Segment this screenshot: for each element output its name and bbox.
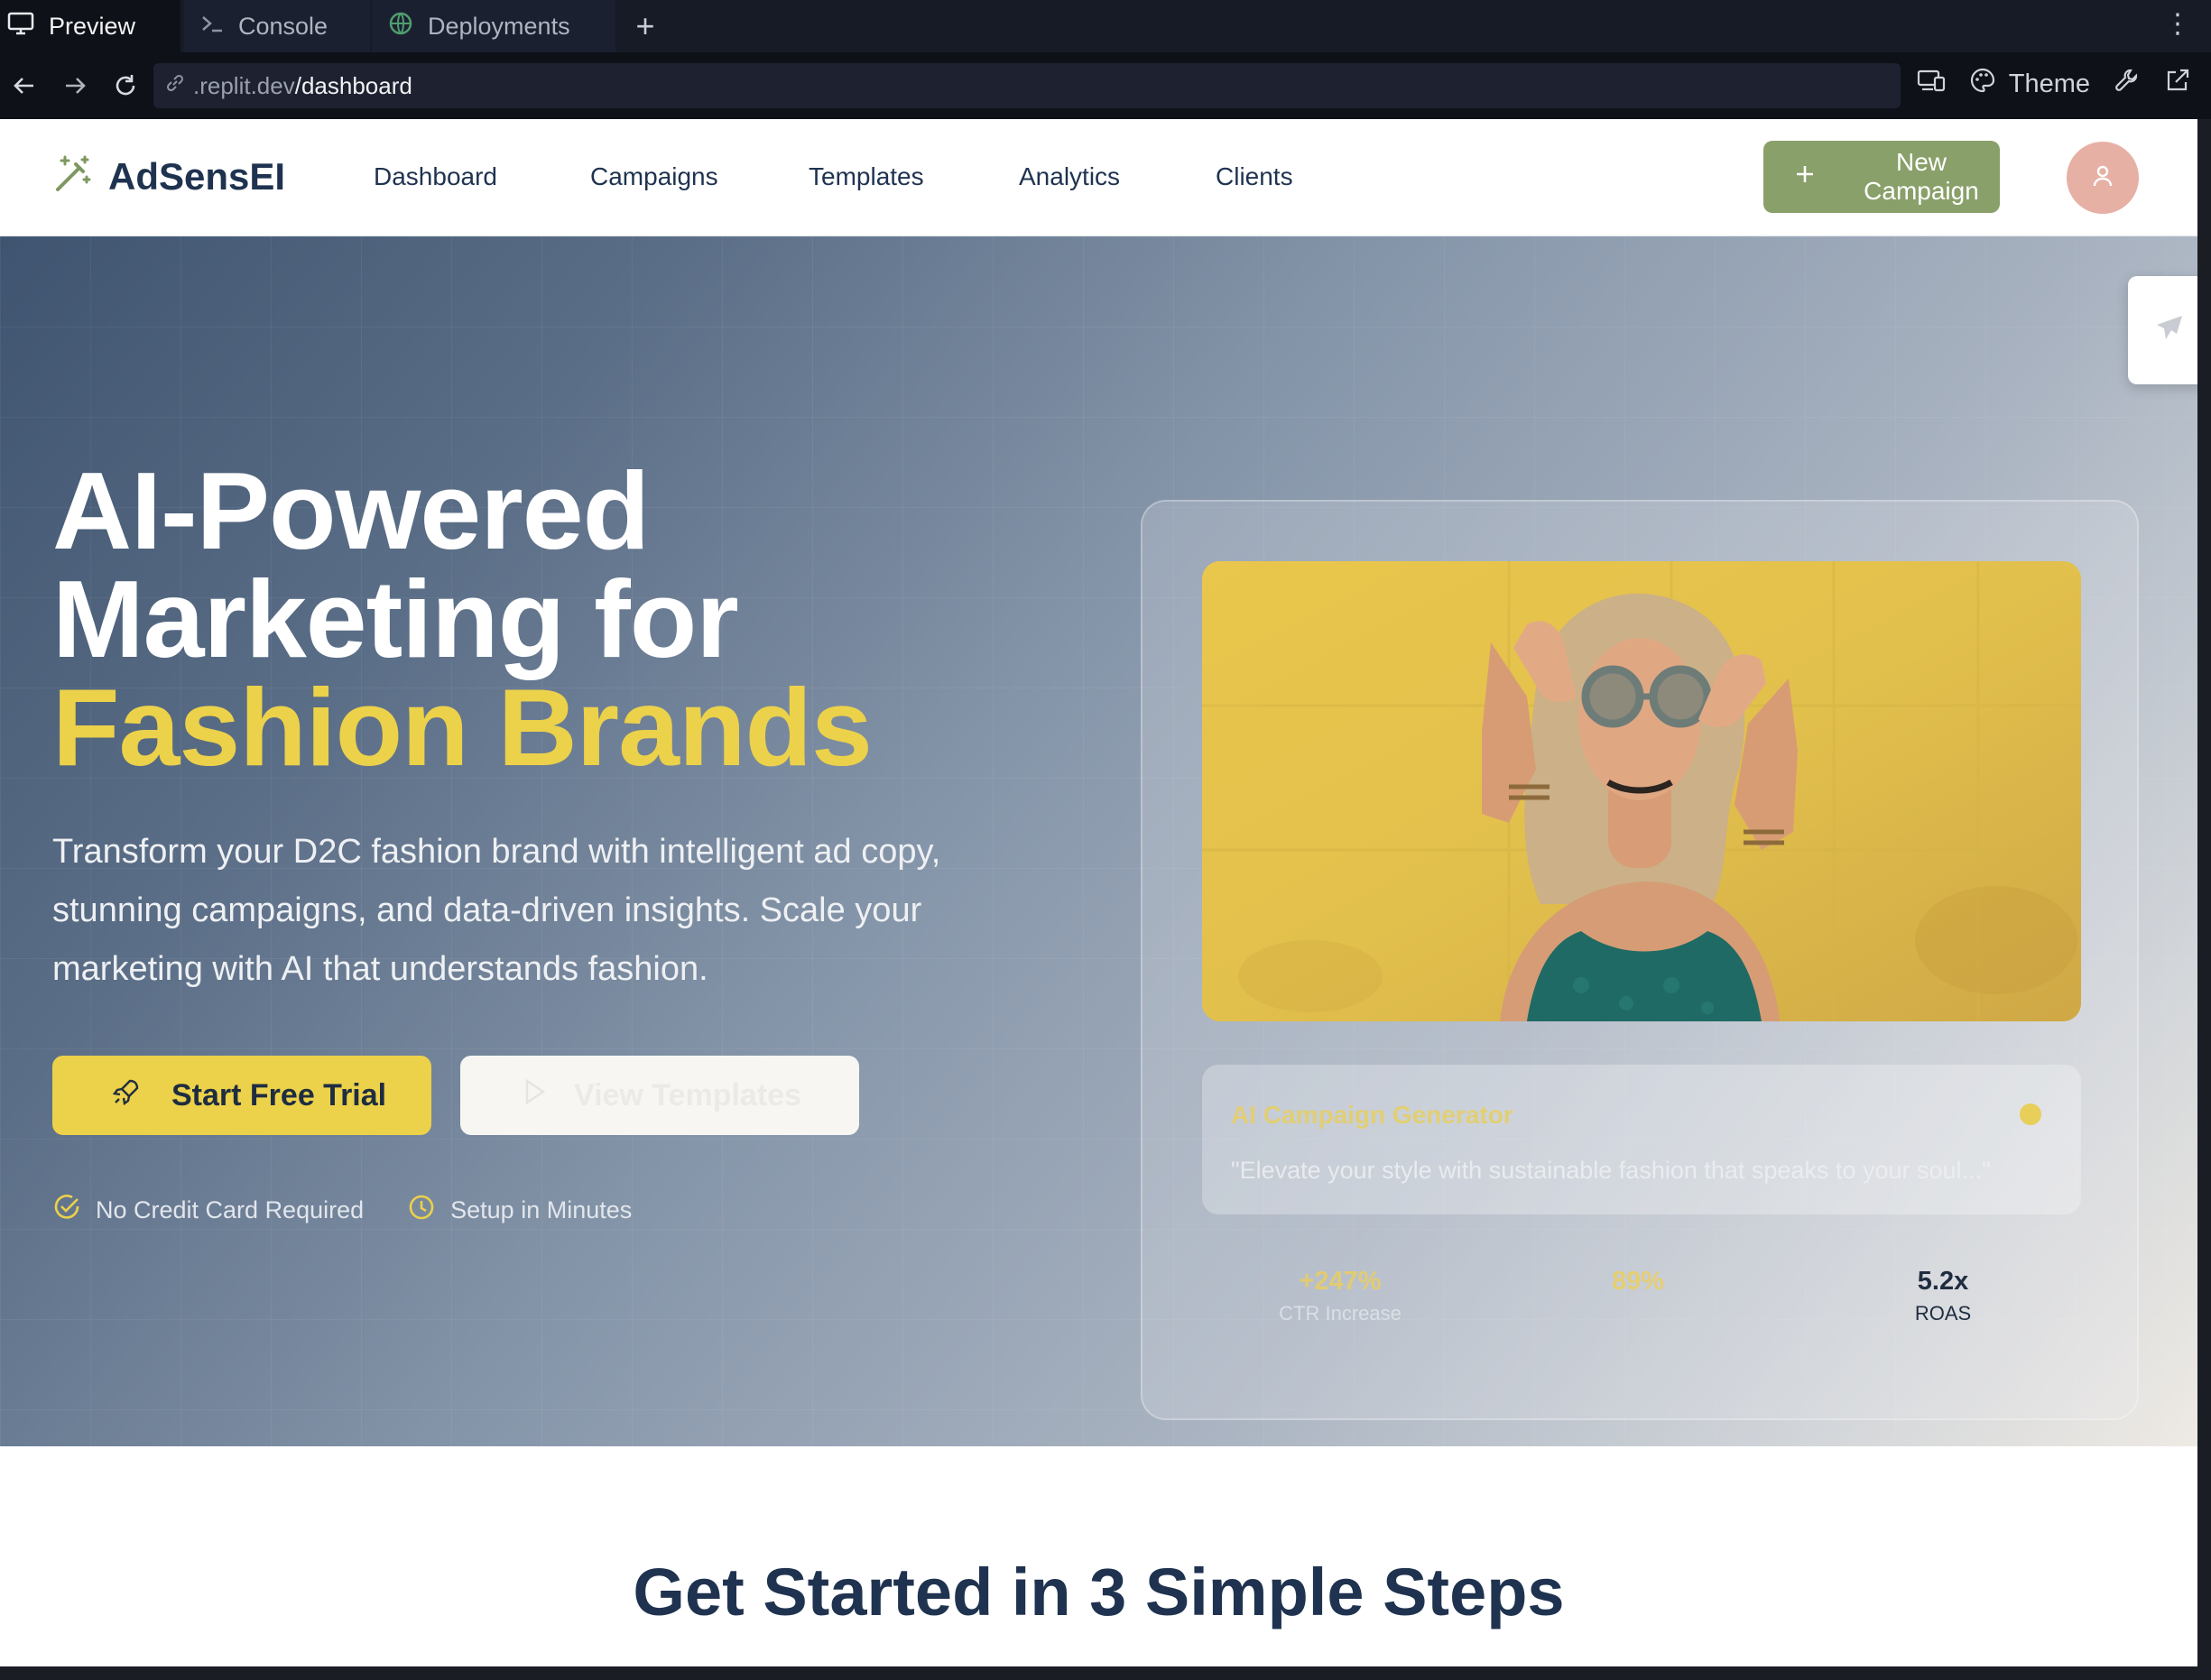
hero-subtitle: Transform your D2C fashion brand with in… bbox=[52, 833, 941, 988]
stat-percent: 89% bbox=[1570, 1267, 1706, 1302]
status-dot bbox=[2020, 1103, 2041, 1125]
url-host: .replit.dev bbox=[193, 71, 295, 99]
more-options-icon[interactable]: ⋮ bbox=[2164, 11, 2191, 38]
link-icon bbox=[164, 72, 186, 100]
stat-value: +247% bbox=[1299, 1267, 1382, 1296]
app-header: AdSensEI Dashboard Campaigns Templates A… bbox=[0, 119, 2197, 236]
stat-label: CTR Increase bbox=[1279, 1302, 1402, 1325]
url-path: /dashboard bbox=[294, 71, 412, 99]
play-icon bbox=[523, 1078, 547, 1113]
tab-console[interactable]: Console bbox=[184, 0, 370, 52]
tab-label: Preview bbox=[49, 12, 136, 40]
generator-title: AI Campaign Generator bbox=[1231, 1101, 1513, 1129]
reload-icon[interactable] bbox=[108, 69, 143, 103]
monitor-icon bbox=[7, 11, 34, 42]
new-campaign-label: New Campaign bbox=[1864, 148, 1979, 205]
palette-icon bbox=[1969, 67, 1996, 101]
scrollbar-track[interactable] bbox=[2197, 119, 2211, 1680]
nav-templates[interactable]: Templates bbox=[809, 162, 1019, 191]
hero-title: AI-Powered Marketing for Fashion Brands bbox=[52, 456, 873, 782]
magic-wand-icon bbox=[52, 153, 94, 199]
new-campaign-button[interactable]: New Campaign bbox=[1763, 141, 2000, 213]
stats-row: +247% CTR Increase 89% 5.2x ROAS bbox=[1202, 1267, 2081, 1348]
forward-arrow-icon[interactable] bbox=[58, 69, 92, 103]
view-templates-button[interactable]: View Templates bbox=[460, 1056, 859, 1135]
hero-title-line-1: AI-Powered bbox=[52, 449, 650, 572]
hero-title-accent: Fashion Brands bbox=[52, 666, 873, 789]
devices-icon[interactable] bbox=[1917, 68, 1946, 100]
ai-generator-panel: AI Campaign Generator "Elevate your styl… bbox=[1202, 1065, 2081, 1214]
stat-label: ROAS bbox=[1914, 1302, 1972, 1325]
browser-address-bar: .replit.dev/dashboard Theme bbox=[0, 52, 2211, 119]
feedback-side-tab[interactable] bbox=[2128, 276, 2197, 384]
perk-label: Setup in Minutes bbox=[450, 1196, 633, 1223]
stat-ctr: +247% CTR Increase bbox=[1272, 1267, 1408, 1325]
perk-no-credit-card: No Credit Card Required bbox=[52, 1193, 364, 1228]
user-avatar[interactable] bbox=[2067, 142, 2139, 214]
perk-setup-minutes: Setup in Minutes bbox=[407, 1193, 632, 1228]
tab-preview[interactable]: Preview bbox=[0, 0, 180, 52]
tab-deployments[interactable]: Deployments bbox=[372, 0, 615, 52]
tab-label: Console bbox=[238, 12, 328, 40]
nav-dashboard[interactable]: Dashboard bbox=[374, 162, 590, 191]
fashion-model-photo bbox=[1202, 561, 2081, 1021]
window-bottom-edge bbox=[0, 1666, 2211, 1680]
theme-label: Theme bbox=[2008, 69, 2090, 98]
brand-name: AdSensEI bbox=[108, 154, 286, 198]
globe-icon bbox=[388, 11, 413, 42]
rocket-icon bbox=[112, 1077, 141, 1114]
stat-value: 89% bbox=[1611, 1267, 1665, 1296]
back-arrow-icon[interactable] bbox=[7, 69, 42, 103]
start-free-trial-label: Start Free Trial bbox=[171, 1077, 387, 1112]
stat-value: 5.2x bbox=[1917, 1267, 1969, 1296]
terminal-icon bbox=[200, 13, 224, 41]
nav-clients[interactable]: Clients bbox=[1216, 162, 1324, 191]
check-circle-icon bbox=[52, 1193, 81, 1228]
stat-roas: 5.2x ROAS bbox=[1875, 1267, 2011, 1325]
nav-analytics[interactable]: Analytics bbox=[1019, 162, 1216, 191]
plus-icon bbox=[1794, 162, 1816, 191]
url-field[interactable]: .replit.dev/dashboard bbox=[153, 63, 1901, 108]
browser-tab-bar: Preview Console Deployments + ⋮ bbox=[0, 0, 2211, 52]
new-tab-button[interactable]: + bbox=[632, 0, 659, 52]
brand-logo[interactable]: AdSensEI bbox=[52, 153, 285, 199]
hero-section: AI-Powered Marketing for Fashion Brands … bbox=[0, 236, 2197, 1446]
user-icon bbox=[2089, 162, 2116, 194]
generator-quote: "Elevate your style with sustainable fas… bbox=[1231, 1157, 1991, 1184]
view-templates-label: View Templates bbox=[574, 1077, 801, 1112]
steps-section-title: Get Started in 3 Simple Steps bbox=[633, 1555, 1565, 1629]
perk-label: No Credit Card Required bbox=[96, 1196, 365, 1223]
main-nav: Dashboard Campaigns Templates Analytics … bbox=[374, 162, 1324, 191]
start-free-trial-button[interactable]: Start Free Trial bbox=[52, 1056, 431, 1135]
app-viewport: AdSensEI Dashboard Campaigns Templates A… bbox=[0, 119, 2197, 1666]
clock-icon bbox=[407, 1193, 436, 1228]
hero-perks: No Credit Card Required Setup in Minutes bbox=[52, 1193, 632, 1228]
wrench-icon[interactable] bbox=[2114, 67, 2141, 101]
theme-button[interactable]: Theme bbox=[1969, 67, 2090, 101]
tab-label: Deployments bbox=[428, 12, 570, 40]
hero-title-line-2: Marketing for bbox=[52, 558, 739, 680]
nav-campaigns[interactable]: Campaigns bbox=[590, 162, 809, 191]
hero-preview-card: AI Campaign Generator "Elevate your styl… bbox=[1141, 500, 2139, 1420]
rocket-icon bbox=[2151, 310, 2188, 351]
external-link-icon[interactable] bbox=[2164, 67, 2191, 101]
